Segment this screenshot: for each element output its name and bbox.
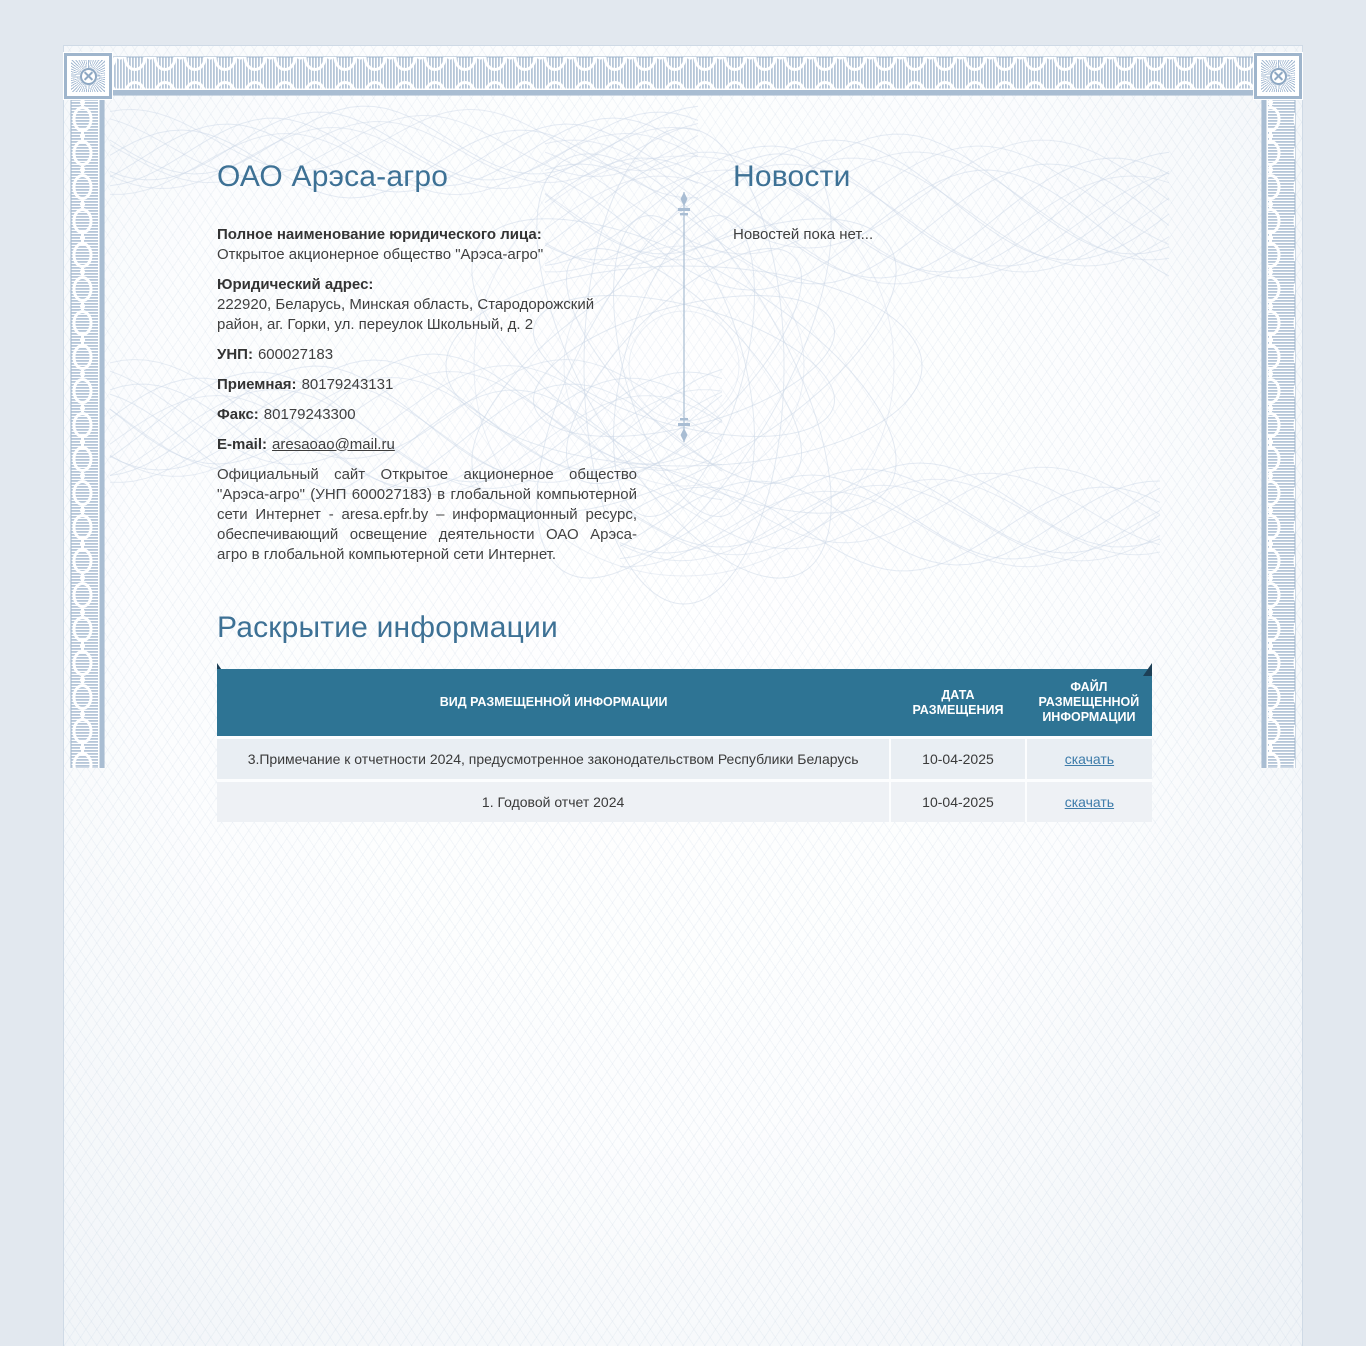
field-value: 80179243300 <box>264 406 356 423</box>
email-link[interactable]: aresaoao@mail.ru <box>272 436 395 453</box>
main-content: ОАО Арэса-агро Полное наименование юриди… <box>217 160 1152 822</box>
col-header-info-type: ВИД РАЗМЕЩЕННОЙ ИНФОРМАЦИИ <box>217 669 890 738</box>
news-title: Новости <box>733 160 1152 195</box>
col-header-date: ДАТА РАЗМЕЩЕНИЯ <box>890 669 1026 738</box>
field-email: E-mail: aresaoao@mail.ru <box>217 435 637 455</box>
field-label: УНП: <box>217 346 253 363</box>
table-header-row: ВИД РАЗМЕЩЕННОЙ ИНФОРМАЦИИ ДАТА РАЗМЕЩЕН… <box>217 669 1152 738</box>
field-label: Факс: <box>217 406 259 423</box>
field-unp: УНП: 600027183 <box>217 345 637 365</box>
field-fax: Факс: 80179243300 <box>217 405 637 425</box>
field-label: E-mail: <box>217 436 267 453</box>
field-value: 80179243131 <box>302 376 394 393</box>
company-title: ОАО Арэса-агро <box>217 160 637 195</box>
table-row: 1. Годовой отчет 2024 10-04-2025 скачать <box>217 781 1152 823</box>
col-header-file: ФАЙЛ РАЗМЕЩЕННОЙ ИНФОРМАЦИИ <box>1026 669 1152 738</box>
cell-date: 10-04-2025 <box>890 781 1026 823</box>
news-section: Новости Новостей пока нет... <box>733 160 1152 245</box>
cell-info-type: 3.Примечание к отчетности 2024, предусмо… <box>217 738 890 781</box>
disclosure-title: Раскрытие информации <box>217 611 1152 646</box>
hub-x-icon <box>80 68 97 85</box>
field-reception-phone: Приемная: 80179243131 <box>217 375 637 395</box>
cell-file: скачать <box>1026 738 1152 781</box>
hub-x-icon <box>1270 68 1287 85</box>
field-value: 222920, Беларусь, Минская область, Старо… <box>217 295 637 335</box>
cell-info-type: 1. Годовой отчет 2024 <box>217 781 890 823</box>
field-legal-address: Юридический адрес: 222920, Беларусь, Мин… <box>217 275 637 335</box>
corner-rosette-icon <box>64 53 112 99</box>
download-link[interactable]: скачать <box>1065 794 1114 810</box>
company-info-section: ОАО Арэса-агро Полное наименование юриди… <box>217 160 637 565</box>
field-value: 600027183 <box>258 346 333 363</box>
news-empty-message: Новостей пока нет... <box>733 225 1152 245</box>
company-about-text: Официальный сайт Открытое акционерное об… <box>217 465 637 565</box>
field-label: Приемная: <box>217 376 297 393</box>
field-value: Открытое акционерное общество "Арэса-агр… <box>217 245 637 265</box>
field-label: Полное наименование юридического лица: <box>217 225 632 245</box>
table-row: 3.Примечание к отчетности 2024, предусмо… <box>217 738 1152 781</box>
page: { "company": { "title": "ОАО Арэса-агро"… <box>0 0 1366 768</box>
field-full-name: Полное наименование юридического лица: О… <box>217 225 637 265</box>
disclosure-section: Раскрытие информации ВИД РАЗМЕЩЕННОЙ ИНФ… <box>217 611 1152 823</box>
corner-rosette-icon <box>1254 53 1302 99</box>
cell-file: скачать <box>1026 781 1152 823</box>
cell-date: 10-04-2025 <box>890 738 1026 781</box>
disclosure-table-wrapper: ВИД РАЗМЕЩЕННОЙ ИНФОРМАЦИИ ДАТА РАЗМЕЩЕН… <box>217 669 1152 822</box>
disclosure-table: ВИД РАЗМЕЩЕННОЙ ИНФОРМАЦИИ ДАТА РАЗМЕЩЕН… <box>217 669 1152 822</box>
field-label: Юридический адрес: <box>217 275 632 295</box>
download-link[interactable]: скачать <box>1065 751 1114 767</box>
